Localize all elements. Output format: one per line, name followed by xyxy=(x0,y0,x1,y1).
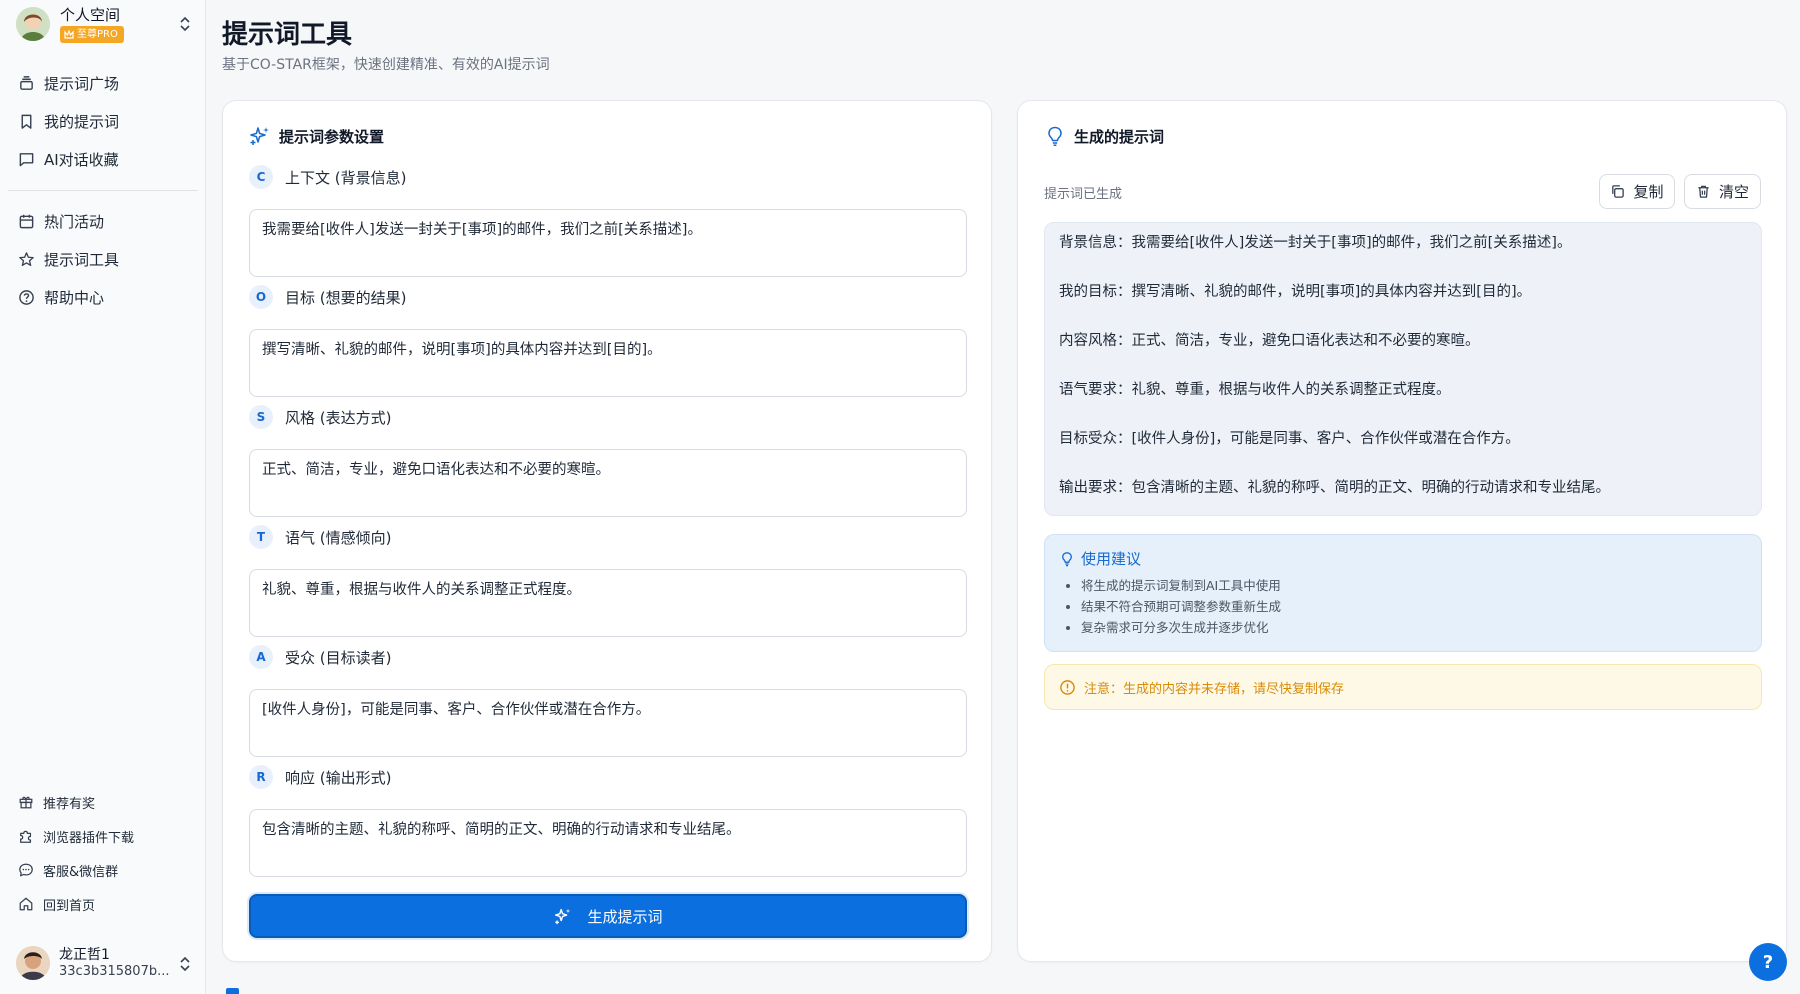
nav-item-prompt-square[interactable]: 提示词广场 xyxy=(8,64,198,102)
copy-button[interactable]: 复制 xyxy=(1599,174,1675,209)
message-icon xyxy=(19,863,33,877)
alert-circle-icon xyxy=(1060,679,1075,695)
help-fab-button[interactable]: ? xyxy=(1749,943,1787,981)
audience-input[interactable]: [收件人身份]，可能是同事、客户、合作伙伴或潜在合作方。 xyxy=(249,689,967,757)
response-input[interactable]: 包含清晰的主题、礼貌的称呼、简明的正文、明确的行动请求和专业结尾。 xyxy=(249,809,967,877)
field-label-style: S 风格 (表达方式) xyxy=(249,405,391,429)
letter-badge: R xyxy=(249,765,273,789)
field-label-objective: O 目标 (想要的结果) xyxy=(249,285,406,309)
output-line: 内容风格：正式、简洁，专业，避免口语化表达和不必要的寒暄。 xyxy=(1059,333,1480,349)
letter-badge: O xyxy=(249,285,273,309)
footer-nav: 推荐有奖 浏览器插件下载 客服&微信群 回到首页 xyxy=(8,785,198,921)
clear-button[interactable]: 清空 xyxy=(1684,174,1761,209)
nav-item-help-center[interactable]: 帮助中心 xyxy=(8,278,198,316)
output-line: 输出要求：包含清晰的主题、礼貌的称呼、简明的正文、明确的行动请求和专业结尾。 xyxy=(1059,480,1610,496)
sparkles-icon xyxy=(555,908,571,925)
style-input[interactable]: 正式、简洁，专业，避免口语化表达和不必要的寒暄。 xyxy=(249,449,967,517)
puzzle-icon xyxy=(20,830,32,843)
field-label-tone: T 语气 (情感倾向) xyxy=(249,525,391,549)
workspace-name: 个人空间 xyxy=(60,5,121,24)
field-label-audience: A 受众 (目标读者) xyxy=(249,645,391,669)
layers-icon xyxy=(20,75,33,90)
letter-badge: A xyxy=(249,645,273,669)
field-label-response: R 响应 (输出形式) xyxy=(249,765,391,789)
user-id: 33c3b315807b... xyxy=(59,963,170,979)
generated-prompt-output: 背景信息：我需要给[收件人]发送一封关于[事项]的邮件，我们之前[关系描述]。 … xyxy=(1044,222,1762,516)
usage-tips: 使用建议 将生成的提示词复制到AI工具中使用 结果不符合预期可调整参数重新生成 … xyxy=(1044,534,1762,652)
workspace-switcher[interactable]: 个人空间 至尊PRO xyxy=(16,5,192,43)
output-line: 背景信息：我需要给[收件人]发送一封关于[事项]的邮件，我们之前[关系描述]。 xyxy=(1059,235,1572,251)
context-input[interactable]: 我需要给[收件人]发送一封关于[事项]的邮件，我们之前[关系描述]。 xyxy=(249,209,967,277)
sparkles-icon xyxy=(250,127,269,145)
tip-item: 将生成的提示词复制到AI工具中使用 xyxy=(1081,575,1747,596)
output-line: 目标受众：[收件人身份]，可能是同事、客户、合作伙伴或潜在合作方。 xyxy=(1059,431,1520,447)
home-icon xyxy=(19,897,33,911)
prompt-settings-card: 提示词参数设置 C 上下文 (背景信息) 我需要给[收件人]发送一封关于[事项]… xyxy=(222,100,992,962)
user-menu[interactable]: 龙正哲1 33c3b315807b... xyxy=(16,942,192,984)
nav-divider xyxy=(8,190,198,191)
letter-badge: T xyxy=(249,525,273,549)
unsaved-notice: 注意：生成的内容并未存储，请尽快复制保存 xyxy=(1044,664,1762,710)
objective-input[interactable]: 撰写清晰、礼貌的邮件，说明[事项]的具体内容并达到[目的]。 xyxy=(249,329,967,397)
gift-icon xyxy=(19,796,33,809)
sidebar: 个人空间 至尊PRO 提示词广场 我的提示词 AI对话收藏 热门活动 提示词工具… xyxy=(0,0,206,994)
tip-item: 结果不符合预期可调整参数重新生成 xyxy=(1081,596,1747,617)
help-circle-icon xyxy=(19,289,34,305)
chat-icon xyxy=(19,152,34,166)
chevron-updown-icon xyxy=(180,956,190,972)
chevron-updown-icon xyxy=(180,16,190,32)
output-line: 我的目标：撰写清晰、礼貌的邮件，说明[事项]的具体内容并达到[目的]。 xyxy=(1059,284,1532,300)
letter-badge: S xyxy=(249,405,273,429)
secondary-nav: 热门活动 提示词工具 帮助中心 xyxy=(8,202,198,316)
tips-title: 使用建议 xyxy=(1059,548,1747,569)
tip-item: 复杂需求可分多次生成并逐步优化 xyxy=(1081,617,1747,638)
settings-header: 提示词参数设置 xyxy=(249,125,384,147)
pro-badge: 至尊PRO xyxy=(60,25,124,43)
output-line: 语气要求：礼貌、尊重，根据与收件人的关系调整正式程度。 xyxy=(1059,382,1451,398)
star-icon xyxy=(19,251,34,266)
trash-icon xyxy=(1698,185,1709,198)
nav-item-referral-rewards[interactable]: 推荐有奖 xyxy=(8,785,198,819)
bookmark-icon xyxy=(21,114,32,129)
main-nav: 提示词广场 我的提示词 AI对话收藏 xyxy=(8,64,198,178)
scroll-indicator xyxy=(226,988,239,994)
nav-item-support-wechat[interactable]: 客服&微信群 xyxy=(8,853,198,887)
user-avatar xyxy=(16,946,50,980)
calendar-icon xyxy=(19,214,34,228)
nav-item-back-home[interactable]: 回到首页 xyxy=(8,887,198,921)
lightbulb-icon xyxy=(1048,126,1062,147)
crown-icon xyxy=(64,29,74,39)
nav-item-prompt-tool[interactable]: 提示词工具 xyxy=(8,240,198,278)
generate-prompt-button[interactable]: 生成提示词 xyxy=(249,894,967,938)
page-subtitle: 基于CO-STAR框架，快速创建精准、有效的AI提示词 xyxy=(222,57,550,73)
user-name: 龙正哲1 xyxy=(59,946,110,963)
page-title: 提示词工具 xyxy=(222,20,353,50)
copy-icon xyxy=(1612,185,1625,198)
nav-item-ai-chat-favorites[interactable]: AI对话收藏 xyxy=(8,140,198,178)
nav-item-hot-events[interactable]: 热门活动 xyxy=(8,202,198,240)
generated-prompt-card: 生成的提示词 提示词已生成 复制 清空 背景信息：我需要给[收件人]发送一封关于… xyxy=(1017,100,1787,962)
lightbulb-icon xyxy=(1062,551,1072,566)
result-header: 生成的提示词 xyxy=(1044,125,1164,147)
letter-badge: C xyxy=(249,165,273,189)
field-label-context: C 上下文 (背景信息) xyxy=(249,165,406,189)
tone-input[interactable]: 礼貌、尊重，根据与收件人的关系调整正式程度。 xyxy=(249,569,967,637)
generation-status: 提示词已生成 xyxy=(1044,187,1123,202)
tips-list: 将生成的提示词复制到AI工具中使用 结果不符合预期可调整参数重新生成 复杂需求可… xyxy=(1059,575,1747,638)
nav-item-extension-download[interactable]: 浏览器插件下载 xyxy=(8,819,198,853)
workspace-avatar xyxy=(16,7,50,41)
nav-item-my-prompts[interactable]: 我的提示词 xyxy=(8,102,198,140)
